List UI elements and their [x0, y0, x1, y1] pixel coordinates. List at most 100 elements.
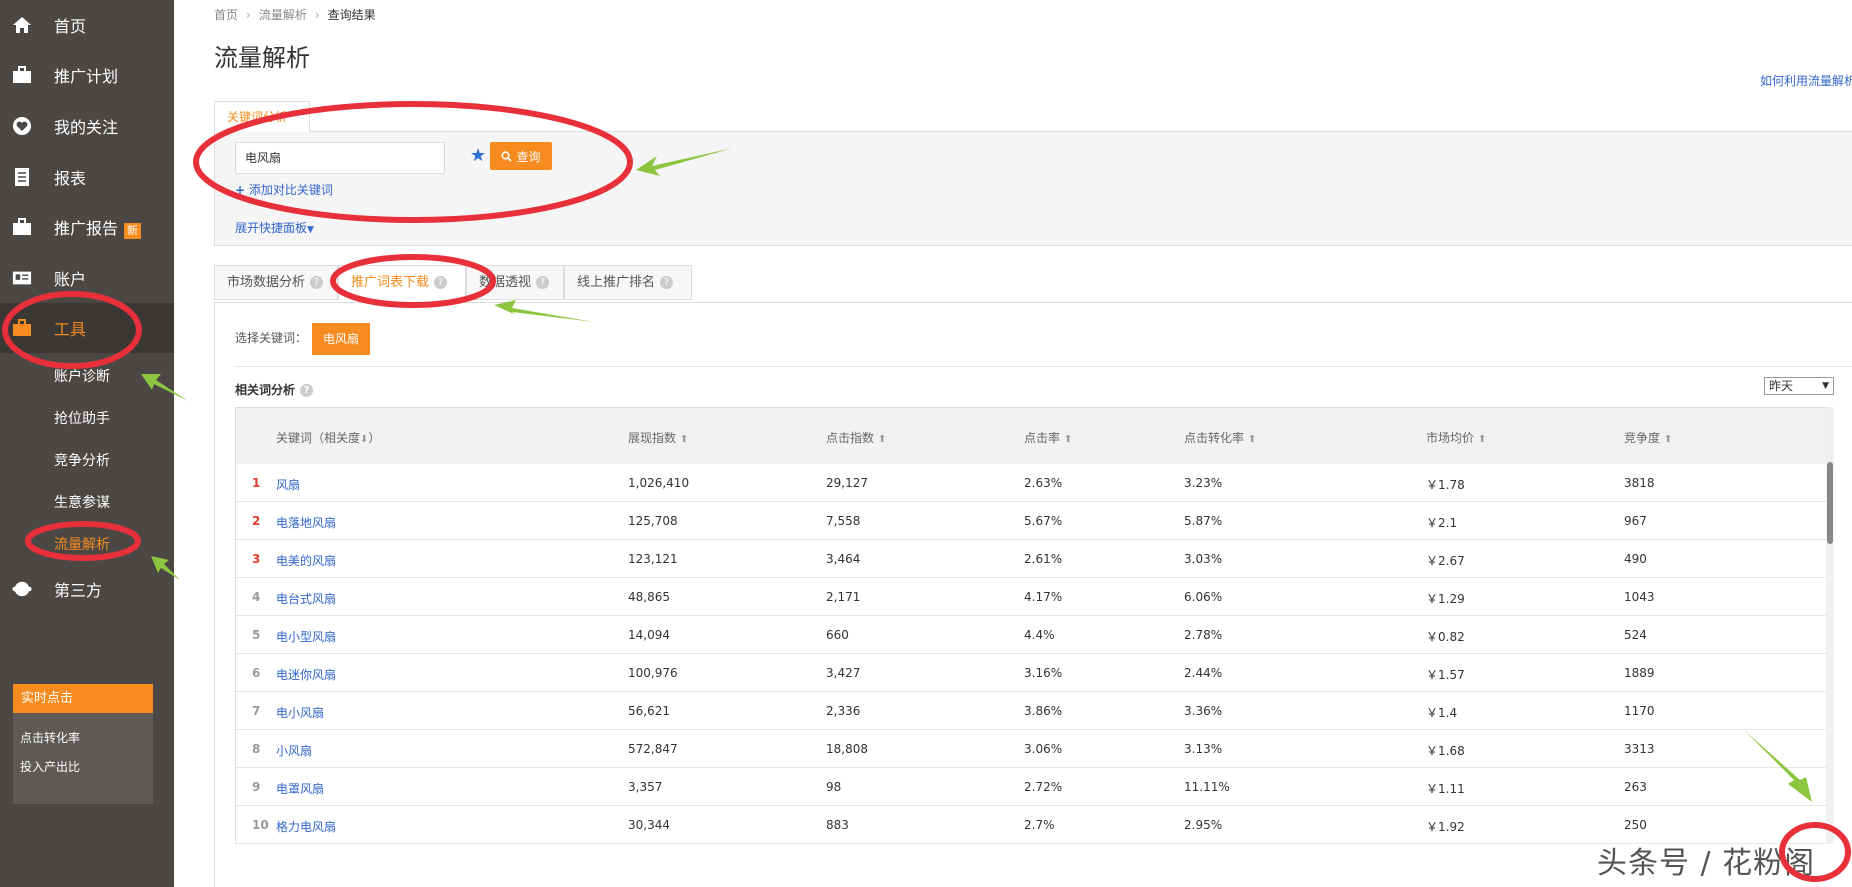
sidebar-item-promo-report[interactable]: 推广报告新	[0, 202, 174, 252]
tab-label: 市场数据分析	[227, 275, 306, 290]
expand-panel-link[interactable]: 展开快捷面板▼	[235, 219, 314, 236]
chevron-right-icon: ›	[246, 8, 251, 22]
query-button[interactable]: 查询	[490, 142, 552, 170]
breadcrumb-link[interactable]: 流量解析	[259, 8, 307, 22]
keyword-link[interactable]: 电小型风扇	[276, 628, 336, 645]
rank-cell: 7	[252, 704, 261, 718]
col-cvr[interactable]: 点击转化率 ⬆	[1184, 429, 1256, 446]
sidebar-item-label: 工具	[54, 320, 87, 339]
receipt-icon	[12, 167, 32, 187]
help-icon[interactable]: ?	[434, 276, 448, 289]
breadcrumb-link[interactable]: 首页	[214, 8, 238, 22]
sidebar-item-report[interactable]: 报表	[0, 152, 174, 202]
keyword-link[interactable]: 格力电风扇	[276, 818, 336, 835]
impressions-cell: 572,847	[628, 742, 678, 756]
breadcrumb-current: 查询结果	[327, 8, 376, 22]
keyword-link[interactable]: 小风扇	[276, 742, 312, 759]
scrollbar-thumb[interactable]	[1827, 462, 1833, 544]
star-icon[interactable]: ★	[470, 145, 486, 166]
sidebar-item-label: 账户	[54, 270, 87, 289]
keyword-link[interactable]: 电罩风扇	[276, 780, 324, 797]
ctr-cell: 2.61%	[1024, 552, 1063, 566]
sidebar-item-account[interactable]: 账户	[0, 253, 174, 303]
keyword-link[interactable]: 电台式风扇	[276, 590, 336, 607]
rank-cell: 10	[252, 818, 269, 832]
sidebar-sub-traffic[interactable]: 流量解析	[54, 534, 110, 554]
tab-keyword-download[interactable]: 推广词表下载?	[338, 265, 466, 300]
tab-online-rank[interactable]: 线上推广排名?	[564, 265, 692, 300]
realtime-title[interactable]: 实时点击	[13, 684, 153, 713]
keyword-link[interactable]: 电小风扇	[276, 704, 324, 721]
table-row: 5 电小型风扇 14,094 660 4.4% 2.78% ￥0.82 524	[236, 616, 1826, 654]
rank-cell: 8	[252, 742, 261, 756]
keyword-input[interactable]: 电风扇	[235, 142, 445, 174]
competition-cell: 3313	[1624, 742, 1655, 756]
sidebar-item-follow[interactable]: 我的关注	[0, 101, 174, 151]
table-row: 1 风扇 1,026,410 29,127 2.63% 3.23% ￥1.78 3818	[236, 464, 1826, 502]
new-badge: 新	[124, 223, 142, 239]
sidebar-sub-business[interactable]: 生意参谋	[54, 492, 110, 512]
col-impressions[interactable]: 展现指数 ⬆	[628, 429, 688, 446]
tab-label: 线上推广排名	[577, 275, 656, 290]
ctr-cell: 4.4%	[1024, 628, 1055, 642]
col-ctr[interactable]: 点击率 ⬆	[1024, 429, 1072, 446]
sidebar-sub-competition[interactable]: 竞争分析	[54, 450, 110, 470]
sidebar-sub-diagnosis[interactable]: 账户诊断	[54, 366, 110, 386]
home-icon	[12, 15, 32, 35]
competition-cell: 967	[1624, 514, 1647, 528]
price-cell: ￥1.68	[1426, 744, 1465, 758]
query-label: 查询	[516, 149, 541, 164]
keyword-link[interactable]: 电落地风扇	[276, 514, 336, 531]
help-link[interactable]: 如何利用流量解析	[1760, 72, 1852, 89]
selected-keyword-chip[interactable]: 电风扇	[312, 323, 370, 355]
ctr-cell: 4.17%	[1024, 590, 1063, 604]
competition-cell: 250	[1624, 818, 1647, 832]
select-keyword-label: 选择关键词：	[235, 331, 308, 345]
sidebar-item-third-party[interactable]: 第三方	[0, 564, 174, 614]
plus-icon: +	[235, 183, 246, 197]
help-icon[interactable]: ?	[300, 384, 314, 397]
sidebar-item-label: 我的关注	[54, 118, 119, 137]
sidebar-item-tools[interactable]: 工具	[0, 303, 174, 353]
keyword-link[interactable]: 电迷你风扇	[276, 666, 336, 683]
ctr-cell: 5.67%	[1024, 514, 1063, 528]
tab-keyword-analysis[interactable]: 关键词分析	[214, 101, 310, 132]
help-icon[interactable]: ?	[660, 276, 674, 289]
help-icon[interactable]: ?	[536, 276, 550, 289]
tab-data-pivot[interactable]: 数据透视?	[466, 265, 564, 300]
briefcase-icon	[12, 65, 32, 85]
section-title: 相关词分析?	[235, 381, 314, 398]
impressions-cell: 100,976	[628, 666, 678, 680]
col-keyword[interactable]: 关键词（相关度⬇）	[276, 429, 380, 446]
cvr-cell: 5.87%	[1184, 514, 1223, 528]
keyword-link[interactable]: 电美的风扇	[276, 552, 336, 569]
keyword-link[interactable]: 风扇	[276, 476, 300, 493]
col-price[interactable]: 市场均价 ⬆	[1426, 429, 1486, 446]
table-row: 8 小风扇 572,847 18,808 3.06% 3.13% ￥1.68 3313	[236, 730, 1826, 768]
price-cell: ￥0.82	[1426, 630, 1465, 644]
help-icon[interactable]: ?	[310, 276, 324, 289]
date-select[interactable]: 昨天 ▼	[1764, 377, 1834, 395]
table-row: 9 电罩风扇 3,357 98 2.72% 11.11% ￥1.11 263	[236, 768, 1826, 806]
sidebar-sub-bid-helper[interactable]: 抢位助手	[54, 408, 110, 428]
sidebar: 首页 推广计划 我的关注 报表 推广报告新 账户 工具 账户诊断 抢位助手 竞争…	[0, 0, 174, 887]
tab-market-data[interactable]: 市场数据分析?	[214, 265, 338, 300]
table-row: 4 电台式风扇 48,865 2,171 4.17% 6.06% ￥1.29 1043	[236, 578, 1826, 616]
col-clicks[interactable]: 点击指数 ⬆	[826, 429, 886, 446]
price-cell: ￥2.1	[1426, 516, 1458, 530]
sidebar-item-plan[interactable]: 推广计划	[0, 50, 174, 100]
expand-panel-label: 展开快捷面板	[235, 221, 308, 235]
cvr-cell: 6.06%	[1184, 590, 1223, 604]
sidebar-item-home[interactable]: 首页	[0, 0, 174, 50]
heart-icon	[12, 116, 32, 136]
puzzle-icon	[12, 579, 32, 599]
price-cell: ￥1.78	[1426, 478, 1465, 492]
table-row: 3 电美的风扇 123,121 3,464 2.61% 3.03% ￥2.67 490	[236, 540, 1826, 578]
col-competition[interactable]: 竞争度 ⬆	[1624, 429, 1672, 446]
price-cell: ￥1.29	[1426, 592, 1465, 606]
toolbox-icon	[12, 318, 32, 338]
realtime-item[interactable]: 点击转化率	[13, 729, 153, 746]
add-compare-link[interactable]: + 添加对比关键词	[235, 181, 333, 198]
price-cell: ￥1.11	[1426, 782, 1465, 796]
realtime-item[interactable]: 投入产出比	[13, 758, 153, 775]
